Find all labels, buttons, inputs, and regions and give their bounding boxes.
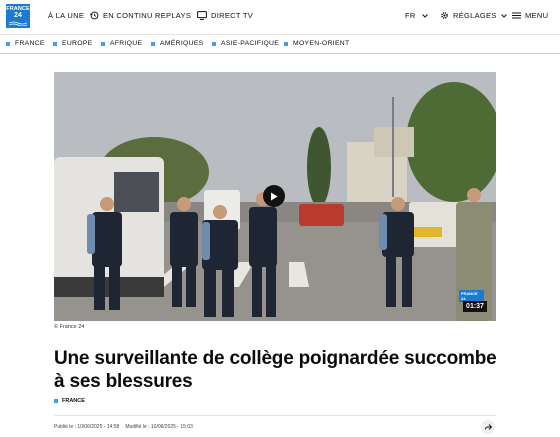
region-france[interactable]: FRANCE: [6, 40, 45, 47]
france24-logo[interactable]: FRANCE 24: [6, 4, 30, 28]
region-afrique[interactable]: AFRIQUE: [101, 40, 142, 47]
region-ameriques[interactable]: AMÉRIQUES: [151, 40, 204, 47]
region-marker: [284, 41, 288, 46]
region-asie-pacifique[interactable]: ASIE-PACIFIQUE: [212, 40, 279, 47]
share-button[interactable]: [481, 420, 495, 434]
region-marker: [212, 41, 216, 46]
region-label: FRANCE: [15, 40, 45, 47]
menu-label: MENU: [525, 11, 549, 20]
gear-icon: [441, 12, 448, 19]
region-label: AMÉRIQUES: [160, 40, 204, 47]
image-credit: © France 24: [54, 324, 85, 330]
logo-line2: 24: [14, 12, 22, 19]
tv-icon: [197, 11, 207, 20]
tag-marker: [54, 399, 58, 403]
published-date: Publié le : 10/06/2025 - 14:58: [54, 424, 120, 430]
hamburger-icon: [512, 12, 521, 19]
nav-replays-label: REPLAYS: [155, 11, 192, 20]
settings-button[interactable]: RÉGLAGES: [440, 11, 507, 20]
region-europe[interactable]: EUROPE: [53, 40, 93, 47]
menu-button[interactable]: MENU: [512, 11, 548, 20]
nav-en-continu-label: EN CONTINU: [103, 11, 153, 20]
language-selector[interactable]: FR: [405, 11, 428, 20]
article-dates: Publié le : 10/06/2025 - 14:58 Modifié l…: [54, 424, 193, 430]
region-label: AFRIQUE: [110, 40, 143, 47]
region-marker: [151, 41, 155, 46]
history-clock-icon: [90, 11, 99, 20]
chevron-down-icon: [421, 13, 428, 18]
region-label: ASIE-PACIFIQUE: [221, 40, 280, 47]
settings-label: RÉGLAGES: [453, 11, 497, 20]
article-tag[interactable]: FRANCE: [54, 398, 85, 404]
region-marker: [6, 41, 10, 46]
nav-direct-tv[interactable]: DIRECT TV: [197, 11, 253, 20]
region-label: EUROPE: [62, 40, 93, 47]
region-navigation: FRANCE EUROPE AFRIQUE AMÉRIQUES ASIE-PAC…: [0, 34, 560, 54]
region-label: MOYEN-ORIENT: [293, 40, 350, 47]
nav-a-la-une-label: À LA UNE: [48, 11, 85, 20]
nav-direct-tv-label: DIRECT TV: [211, 11, 254, 20]
nav-a-la-une[interactable]: À LA UNE: [48, 11, 84, 20]
share-arrow-icon: [484, 424, 492, 430]
nav-en-continu[interactable]: EN CONTINU: [90, 11, 153, 20]
tag-label: FRANCE: [62, 398, 85, 404]
chevron-down-icon: [500, 13, 507, 18]
play-icon: [271, 192, 278, 200]
region-marker: [53, 41, 57, 46]
language-label: FR: [405, 11, 416, 20]
video-badge-label: FRANCE 24: [461, 291, 478, 301]
logo-waves-icon: [9, 21, 27, 26]
region-moyen-orient[interactable]: MOYEN-ORIENT: [284, 40, 349, 47]
region-marker: [101, 41, 105, 46]
nav-replays[interactable]: REPLAYS: [155, 11, 191, 20]
video-duration: 01:37: [463, 301, 487, 312]
divider: [54, 415, 496, 416]
play-button[interactable]: [263, 185, 285, 207]
modified-date: Modifié le : 10/06/2025 - 15:03: [125, 424, 193, 430]
article-title: Une surveillante de collège poignardée s…: [54, 348, 497, 392]
top-navigation: FRANCE 24 À LA UNE EN CONTINU REPLAYS DI…: [0, 0, 560, 31]
